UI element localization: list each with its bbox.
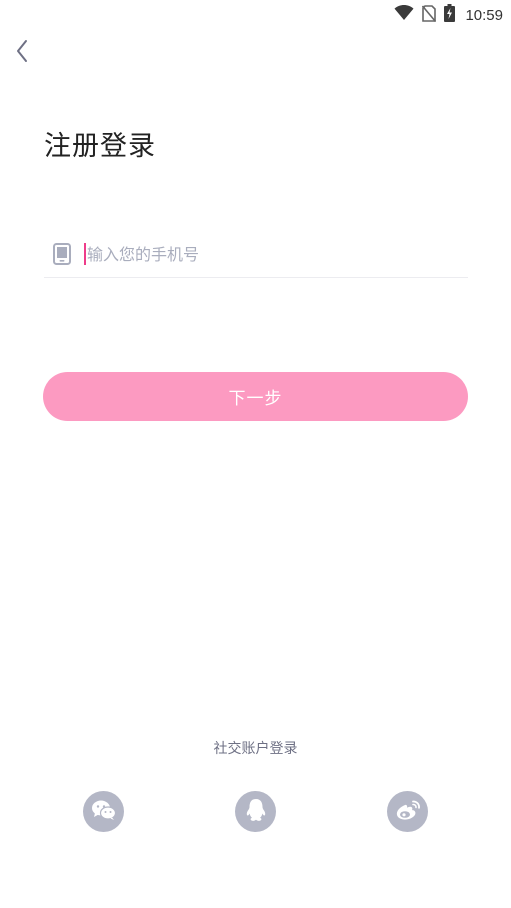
back-button[interactable] bbox=[8, 38, 36, 68]
login-page: 10:59 注册登录 下一步 社交账户登录 bbox=[0, 0, 511, 908]
next-button[interactable]: 下一步 bbox=[43, 372, 468, 421]
qq-icon bbox=[245, 798, 267, 826]
no-sim-icon bbox=[422, 4, 437, 26]
weibo-icon bbox=[394, 798, 422, 826]
chevron-left-icon bbox=[15, 39, 29, 67]
text-caret bbox=[84, 243, 86, 265]
wechat-login-button[interactable] bbox=[83, 791, 124, 832]
page-title: 注册登录 bbox=[44, 131, 156, 162]
status-time: 10:59 bbox=[465, 6, 503, 24]
status-icons: 10:59 bbox=[394, 4, 503, 26]
social-login-label: 社交账户登录 bbox=[213, 741, 298, 757]
weibo-login-button[interactable] bbox=[387, 791, 428, 832]
qq-login-button[interactable] bbox=[235, 791, 276, 832]
battery-charging-icon bbox=[444, 4, 456, 26]
phone-input[interactable] bbox=[87, 244, 447, 264]
wechat-icon bbox=[91, 799, 117, 825]
wifi-icon bbox=[394, 5, 414, 25]
phone-field[interactable] bbox=[44, 231, 468, 278]
status-bar: 10:59 bbox=[0, 0, 511, 28]
phone-icon bbox=[50, 242, 74, 266]
